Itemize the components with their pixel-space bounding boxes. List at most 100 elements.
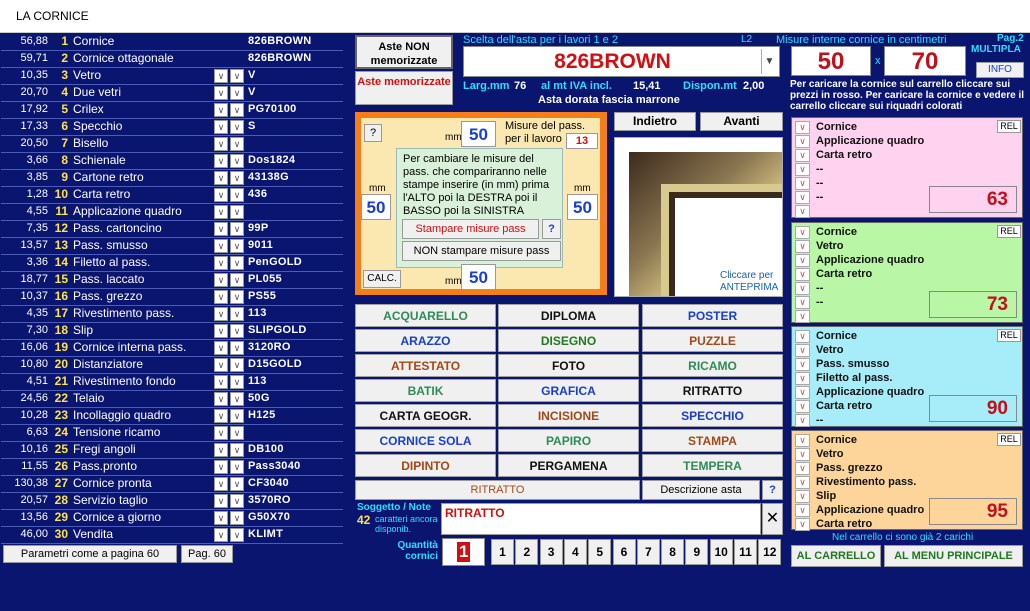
chevron-down-icon[interactable]: ∨ (795, 490, 810, 503)
component-row[interactable]: 10,28 23 Incollaggio quadro ∨ ∨ H125 (1, 408, 343, 425)
category-button-diploma[interactable]: DIPLOMA (498, 304, 639, 327)
component-row[interactable]: 3,66 8 Schienale ∨ ∨ Dos1824 (1, 153, 343, 170)
chevron-down-icon[interactable]: ∨ (230, 239, 244, 253)
category-button-ritratto[interactable]: RITRATTO (642, 379, 783, 402)
category-button-dipinto[interactable]: DIPINTO (355, 454, 496, 477)
work-number-input[interactable]: 13 (566, 133, 598, 149)
category-button-disegno[interactable]: DISEGNO (498, 329, 639, 352)
component-price[interactable]: 10,37 (1, 290, 48, 302)
quantity-button[interactable]: 3 (539, 539, 563, 565)
component-row[interactable]: 24,56 22 Telaio ∨ ∨ 50G (1, 391, 343, 408)
component-code[interactable]: PG70100 (248, 103, 297, 115)
chevron-down-icon[interactable]: ∨ (795, 254, 810, 267)
params-button[interactable]: Parametri come a pagina 60 (3, 545, 177, 563)
chevron-down-icon[interactable]: ∨ (214, 69, 228, 83)
chevron-down-icon[interactable]: ∨ (230, 69, 244, 83)
descrizione-asta-button[interactable]: Descrizione asta (642, 480, 760, 500)
component-row[interactable]: 130,38 27 Cornice pronta ∨ ∨ CF3040 (1, 476, 343, 493)
component-code[interactable]: PS55 (248, 290, 276, 302)
chevron-down-icon[interactable]: ∨ (214, 494, 228, 508)
rel-button[interactable]: REL (997, 120, 1021, 133)
chevron-down-icon[interactable]: ∨ (795, 205, 810, 218)
chevron-down-icon[interactable]: ∨ (230, 188, 244, 202)
component-code[interactable]: Dos1824 (248, 154, 295, 166)
pass-top-input[interactable]: 50 (461, 121, 496, 147)
component-row[interactable]: 20,70 4 Due vetri ∨ ∨ V (1, 85, 343, 102)
component-price[interactable]: 10,28 (1, 409, 48, 421)
main-menu-button[interactable]: AL MENU PRINCIPALE (884, 545, 1023, 567)
component-code[interactable]: 826BROWN (248, 35, 312, 47)
clear-notes-button[interactable]: ✕ (762, 503, 783, 535)
chevron-down-icon[interactable]: ∨ (214, 409, 228, 423)
quantity-button[interactable]: 8 (661, 539, 685, 565)
aste-memorizzate-button[interactable]: Aste memorizzate (355, 71, 453, 105)
category-button-acquarello[interactable]: ACQUARELLO (355, 304, 496, 327)
component-code[interactable]: DB100 (248, 443, 284, 455)
component-row[interactable]: 56,88 1 Cornice 826BROWN (1, 34, 343, 51)
component-row[interactable]: 18,77 15 Pass. laccato ∨ ∨ PL055 (1, 272, 343, 289)
chevron-down-icon[interactable]: ∨ (230, 120, 244, 134)
component-row[interactable]: 3,36 14 Filetto al pass. ∨ ∨ PenGOLD (1, 255, 343, 272)
chevron-down-icon[interactable]: ∨ (795, 310, 810, 323)
page-button[interactable]: Pag. 60 (181, 545, 233, 563)
chevron-down-icon[interactable]: ∨ (230, 171, 244, 185)
quantity-button[interactable]: 4 (563, 539, 587, 565)
component-row[interactable]: 4,55 11 Applicazione quadro ∨ ∨ (1, 204, 343, 221)
chevron-down-icon[interactable]: ∨ (795, 386, 810, 399)
chevron-down-icon[interactable]: ∨ (214, 256, 228, 270)
chevron-down-icon[interactable]: ∨ (230, 256, 244, 270)
category-button-specchio[interactable]: SPECCHIO (642, 404, 783, 427)
chevron-down-icon[interactable]: ∨ (214, 341, 228, 355)
card-price[interactable]: 95 (929, 498, 1017, 525)
quantity-button[interactable]: 6 (612, 539, 636, 565)
chevron-down-icon[interactable]: ∨ (214, 137, 228, 151)
component-code[interactable]: 826BROWN (248, 52, 312, 64)
pass-left-input[interactable]: 50 (361, 194, 391, 220)
chevron-down-icon[interactable]: ∨ (230, 103, 244, 117)
quantity-button[interactable]: 11 (734, 539, 757, 565)
category-button-cornice-sola[interactable]: CORNICE SOLA (355, 429, 496, 452)
component-price[interactable]: 13,56 (1, 511, 48, 523)
chevron-down-icon[interactable]: ∨ (795, 414, 810, 427)
chevron-down-icon[interactable]: ∨ (214, 528, 228, 542)
chevron-down-icon[interactable]: ∨ (230, 409, 244, 423)
chevron-down-icon[interactable]: ∨ (230, 341, 244, 355)
component-row[interactable]: 1,28 10 Carta retro ∨ ∨ 436 (1, 187, 343, 204)
component-price[interactable]: 59,71 (1, 52, 48, 64)
cart-card[interactable]: ∨ ∨ ∨ ∨ ∨ ∨ ∨ Cornice Vetro Pass. grezzo Rivestime… (791, 430, 1023, 531)
component-code[interactable]: 436 (248, 188, 267, 200)
component-price[interactable]: 1,28 (1, 188, 48, 200)
chevron-down-icon[interactable]: ∨ (214, 460, 228, 474)
component-code[interactable]: CF3040 (248, 477, 289, 489)
chevron-down-icon[interactable]: ∨ (795, 504, 810, 517)
to-cart-button[interactable]: AL CARRELLO (791, 545, 881, 567)
component-price[interactable]: 4,55 (1, 205, 48, 217)
chevron-down-icon[interactable]: ∨ (795, 400, 810, 413)
width-input[interactable]: 50 (791, 46, 871, 76)
card-price[interactable]: 90 (929, 395, 1017, 422)
component-price[interactable]: 20,50 (1, 137, 48, 149)
chevron-down-icon[interactable]: ∨ (214, 290, 228, 304)
component-code[interactable]: 113 (248, 375, 267, 387)
chevron-down-icon[interactable]: ∨ (795, 358, 810, 371)
pass-bottom-input[interactable]: 50 (461, 264, 496, 290)
cart-card[interactable]: ∨ ∨ ∨ ∨ ∨ ∨ ∨ Cornice Applicazione quadro Carta r… (791, 117, 1023, 218)
component-price[interactable]: 20,57 (1, 494, 48, 506)
chevron-down-icon[interactable]: ∨ (795, 163, 810, 176)
component-code[interactable]: PL055 (248, 273, 282, 285)
rel-button[interactable]: REL (997, 225, 1021, 238)
component-code[interactable]: PenGOLD (248, 256, 302, 268)
chevron-down-icon[interactable]: ∨ (230, 511, 244, 525)
component-price[interactable]: 56,88 (1, 35, 48, 47)
category-button-incisione[interactable]: INCISIONE (498, 404, 639, 427)
component-row[interactable]: 59,71 2 Cornice ottagonale 826BROWN (1, 51, 343, 68)
chevron-down-icon[interactable]: ∨ (230, 477, 244, 491)
component-price[interactable]: 4,35 (1, 307, 48, 319)
component-code[interactable]: Pass3040 (248, 460, 301, 472)
category-button-foto[interactable]: FOTO (498, 354, 639, 377)
chevron-down-icon[interactable]: ∨ (795, 191, 810, 204)
chevron-down-icon[interactable]: ∨ (230, 443, 244, 457)
component-price[interactable]: 4,51 (1, 375, 48, 387)
calc-button[interactable]: CALC. (363, 270, 401, 288)
quantity-button[interactable]: 5 (588, 539, 612, 565)
